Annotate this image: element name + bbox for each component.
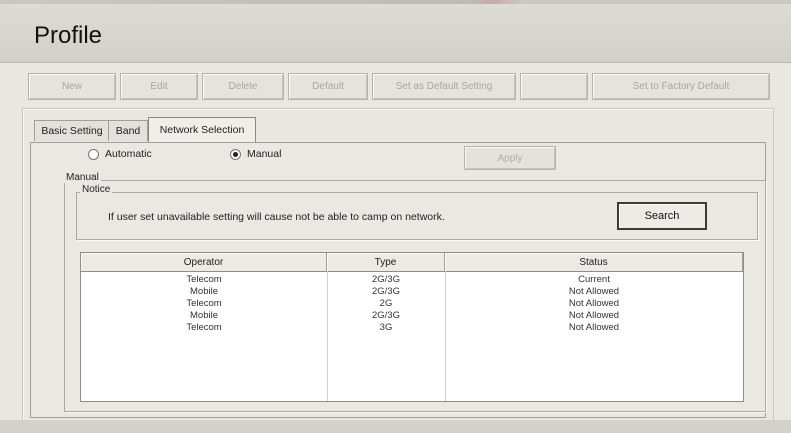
status-cell: Not Allowed [568, 322, 620, 333]
window-bottom-edge [0, 420, 791, 433]
table-header: Operator Type Status [81, 253, 743, 272]
radio-unchecked-icon [88, 148, 99, 160]
edit-button[interactable]: Edit [120, 73, 198, 100]
automatic-label: Automatic [105, 148, 152, 160]
window-title: Profile [34, 22, 103, 49]
default-button[interactable]: Default [288, 73, 368, 100]
factory-default-button[interactable]: Set to Factory Default [592, 73, 770, 100]
title-bar: Profile [0, 0, 791, 63]
column-header-operator[interactable]: Operator [81, 253, 327, 271]
manual-radio[interactable]: Manual [230, 148, 281, 160]
delete-button[interactable]: Delete [202, 73, 284, 100]
tab-network-selection[interactable]: Network Selection [148, 117, 256, 142]
tab-basic-setting[interactable]: Basic Setting [34, 120, 110, 141]
notice-text: If user set unavailable setting will cau… [108, 211, 445, 223]
column-header-type[interactable]: Type [327, 253, 445, 271]
column-header-status[interactable]: Status [445, 253, 743, 271]
profile-window: Profile New Edit Delete Default Set as D… [0, 0, 791, 433]
title-bar-edge [0, 0, 791, 4]
type-cell: 3G [379, 322, 393, 333]
new-button[interactable]: New [28, 73, 116, 100]
search-button[interactable]: Search [617, 202, 707, 230]
apply-button[interactable]: Apply [464, 146, 556, 170]
notice-group-label: Notice [80, 184, 113, 195]
operator-table: Operator Type Status Telecom 2G/3G Curre… [80, 252, 744, 402]
blank-toolbar-button[interactable] [520, 73, 588, 100]
toolbar: New Edit Delete Default Set as Default S… [22, 68, 772, 108]
table-row[interactable]: Telecom 3G Not Allowed [81, 321, 743, 334]
manual-group-label: Manual [64, 172, 101, 183]
manual-label: Manual [247, 148, 282, 160]
set-as-default-button[interactable]: Set as Default Setting [372, 73, 516, 100]
operator-cell: Telecom [186, 322, 222, 333]
automatic-radio[interactable]: Automatic [88, 148, 152, 160]
radio-checked-icon [230, 148, 241, 160]
tab-band[interactable]: Band [108, 120, 148, 141]
